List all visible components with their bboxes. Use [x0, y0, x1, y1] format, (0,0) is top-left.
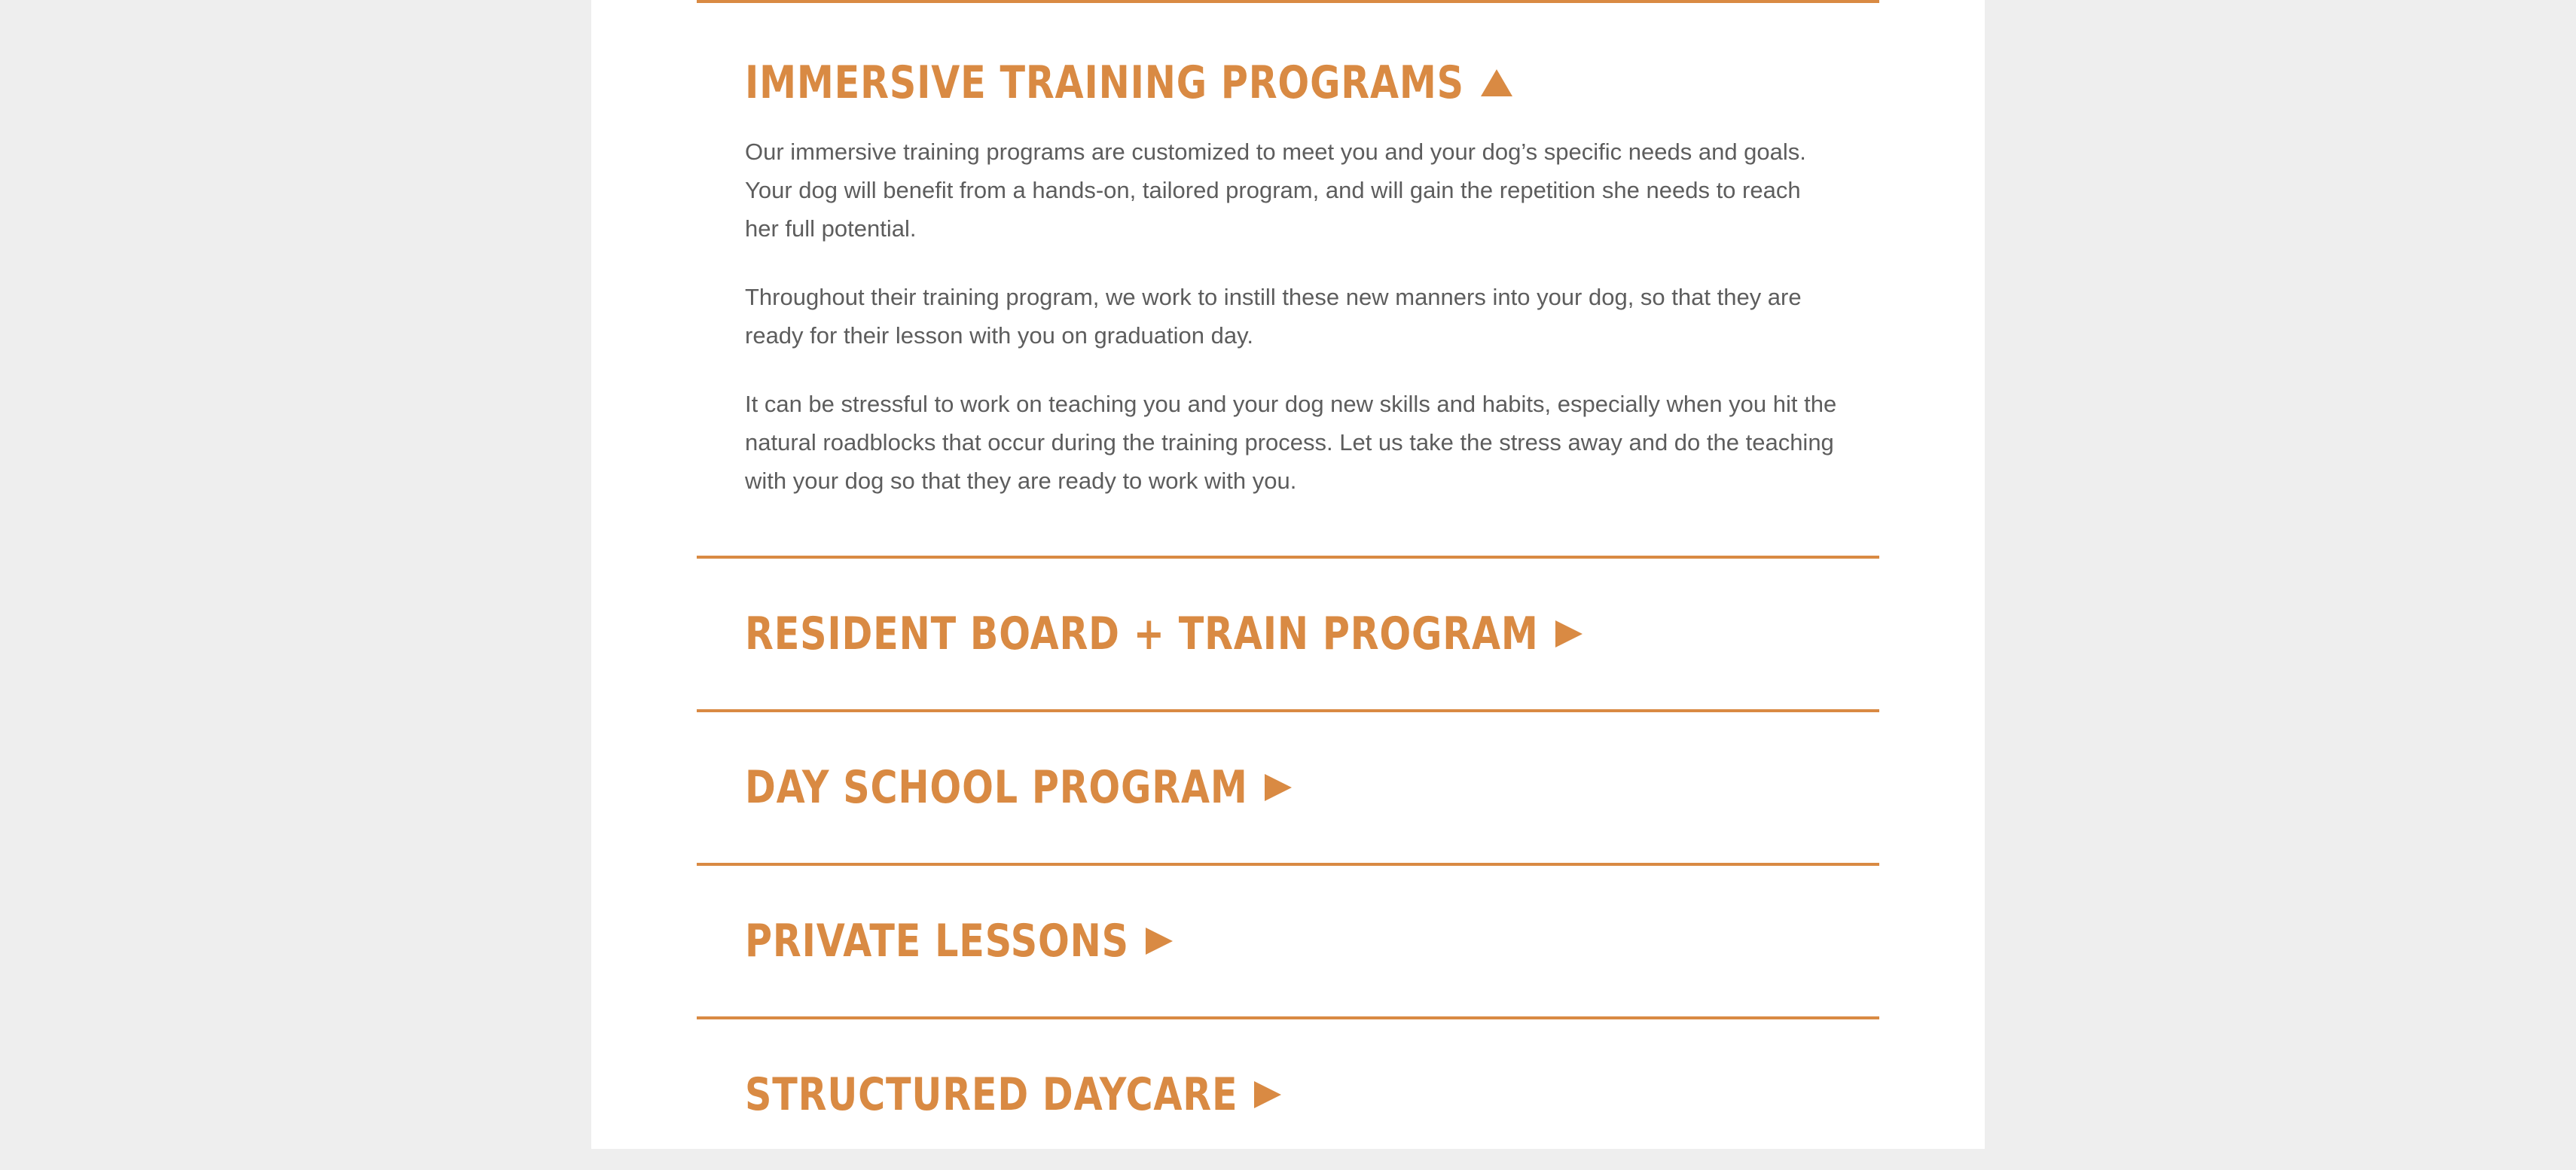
section-title: PRIVATE LESSONS	[745, 915, 1129, 967]
accordion-section-day-school: DAY SCHOOL PROGRAM	[697, 709, 1879, 863]
section-title: RESIDENT BOARD + TRAIN PROGRAM	[745, 608, 1539, 660]
section-title: IMMERSIVE TRAINING PROGRAMS	[745, 56, 1464, 109]
section-title: STRUCTURED DAYCARE	[745, 1068, 1238, 1121]
accordion-section-private-lessons: PRIVATE LESSONS	[697, 863, 1879, 1016]
triangle-right-icon	[1254, 1081, 1282, 1108]
accordion-header-day-school[interactable]: DAY SCHOOL PROGRAM	[697, 712, 1879, 863]
accordion-header-private-lessons[interactable]: PRIVATE LESSONS	[697, 866, 1879, 1016]
page-content: IMMERSIVE TRAINING PROGRAMS Our immersiv…	[591, 0, 1985, 1149]
section-paragraph: It can be stressful to work on teaching …	[745, 391, 1837, 494]
triangle-up-icon	[1480, 69, 1512, 96]
triangle-right-icon	[1145, 928, 1173, 955]
section-paragraph: Our immersive training programs are cust…	[745, 139, 1806, 242]
accordion-header-resident-board[interactable]: RESIDENT BOARD + TRAIN PROGRAM	[697, 559, 1879, 709]
triangle-right-icon	[1555, 620, 1583, 647]
accordion-header-immersive[interactable]: IMMERSIVE TRAINING PROGRAMS	[697, 50, 1879, 116]
section-body: Our immersive training programs are cust…	[697, 133, 1837, 500]
accordion-header-structured-daycare[interactable]: STRUCTURED DAYCARE	[697, 1019, 1879, 1170]
triangle-right-icon	[1264, 774, 1292, 801]
section-paragraph: Throughout their training program, we wo…	[745, 284, 1802, 349]
section-title: DAY SCHOOL PROGRAM	[745, 761, 1248, 814]
accordion-section-immersive: IMMERSIVE TRAINING PROGRAMS Our immersiv…	[697, 0, 1879, 556]
program-accordion: IMMERSIVE TRAINING PROGRAMS Our immersiv…	[697, 0, 1879, 1170]
accordion-section-resident-board: RESIDENT BOARD + TRAIN PROGRAM	[697, 556, 1879, 709]
accordion-section-structured-daycare: STRUCTURED DAYCARE	[697, 1016, 1879, 1170]
